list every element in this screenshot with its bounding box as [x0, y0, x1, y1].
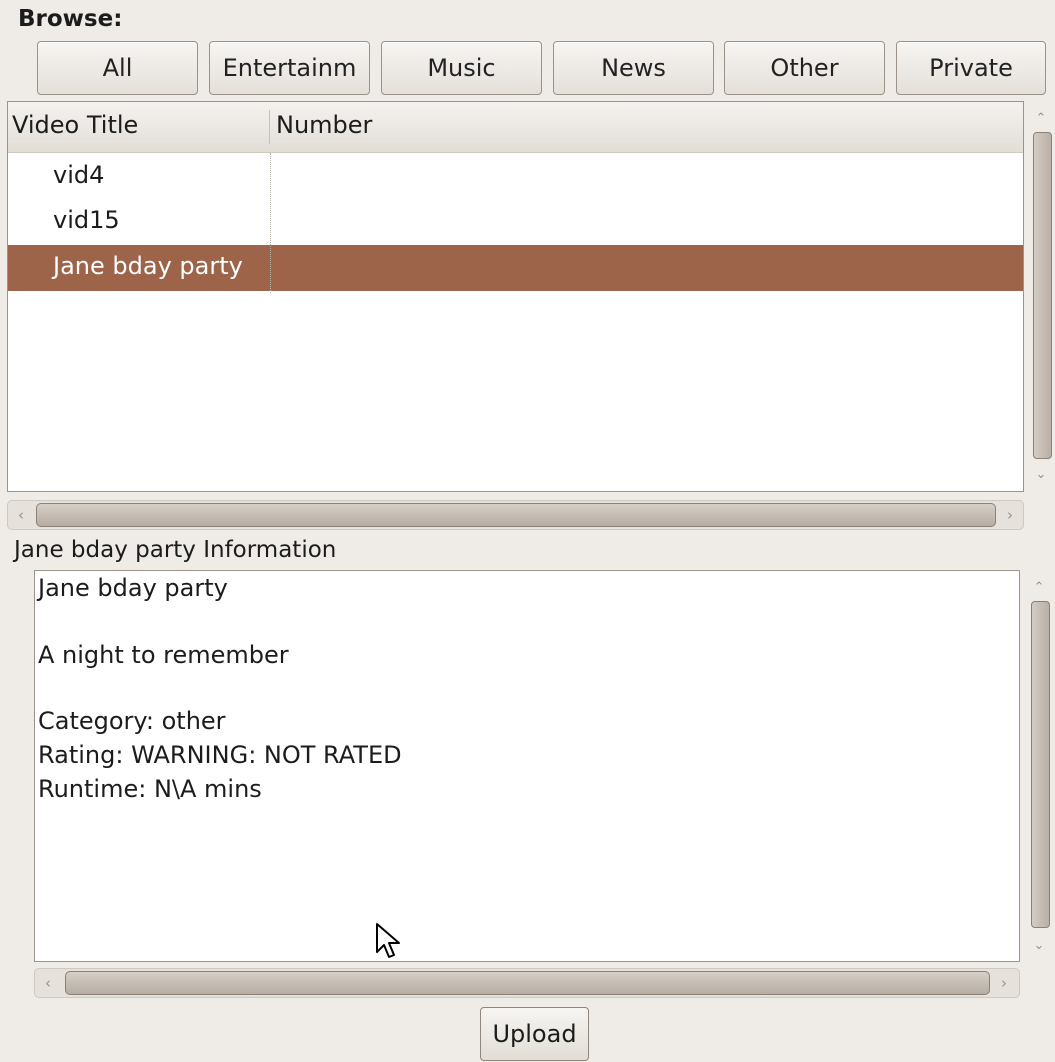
video-row[interactable]: vid4	[8, 154, 1023, 200]
info-vertical-scrollbar[interactable]: ⌃ ⌄	[1028, 570, 1050, 962]
info-title: Jane bday party	[38, 574, 228, 602]
column-separator	[269, 110, 270, 144]
video-row[interactable]: vid15	[8, 199, 1023, 245]
info-text-area[interactable]: Jane bday party A night to remember Cate…	[34, 570, 1020, 962]
video-list-header: Video Title Number	[8, 102, 1023, 153]
chevron-up-icon[interactable]: ⌃	[1030, 107, 1052, 129]
category-news-button[interactable]: News	[553, 41, 714, 95]
video-row-selected[interactable]: Jane bday party	[8, 245, 1023, 291]
info-heading: Jane bday party Information	[14, 537, 337, 563]
video-list-horizontal-scrollbar[interactable]: ‹ ›	[7, 500, 1024, 530]
category-music-button[interactable]: Music	[381, 41, 542, 95]
info-rating: Rating: WARNING: NOT RATED	[38, 741, 402, 769]
category-private-button[interactable]: Private	[896, 41, 1046, 95]
chevron-right-icon[interactable]: ›	[998, 500, 1022, 530]
video-list[interactable]: Video Title Number vid4 vid15 Jane bday …	[7, 101, 1024, 492]
info-runtime: Runtime: N\A mins	[38, 775, 262, 803]
upload-button[interactable]: Upload	[480, 1007, 589, 1061]
video-row-title: vid15	[53, 206, 120, 234]
info-category: Category: other	[38, 707, 226, 735]
category-all-button[interactable]: All	[37, 41, 198, 95]
column-divider-line	[270, 153, 271, 293]
video-list-vertical-thumb[interactable]	[1033, 132, 1052, 459]
mouse-pointer-icon	[376, 923, 400, 958]
column-header-video-title[interactable]: Video Title	[12, 111, 138, 139]
chevron-right-icon[interactable]: ›	[992, 968, 1016, 998]
video-row-title: Jane bday party	[53, 252, 243, 280]
info-vertical-thumb[interactable]	[1031, 601, 1050, 928]
browse-label: Browse:	[18, 6, 123, 32]
chevron-down-icon[interactable]: ⌄	[1028, 934, 1050, 956]
chevron-down-icon[interactable]: ⌄	[1030, 463, 1052, 485]
info-horizontal-thumb[interactable]	[65, 971, 990, 995]
video-list-vertical-scrollbar[interactable]: ⌃ ⌄	[1030, 101, 1052, 492]
column-header-number[interactable]: Number	[276, 111, 372, 139]
video-list-horizontal-thumb[interactable]	[36, 503, 996, 527]
chevron-left-icon[interactable]: ‹	[9, 500, 33, 530]
chevron-up-icon[interactable]: ⌃	[1028, 576, 1050, 598]
category-entertainment-button[interactable]: Entertainm	[209, 41, 370, 95]
info-description: A night to remember	[38, 641, 289, 669]
video-row-title: vid4	[53, 161, 105, 189]
info-horizontal-scrollbar[interactable]: ‹ ›	[34, 968, 1020, 998]
chevron-left-icon[interactable]: ‹	[36, 968, 60, 998]
category-other-button[interactable]: Other	[724, 41, 885, 95]
